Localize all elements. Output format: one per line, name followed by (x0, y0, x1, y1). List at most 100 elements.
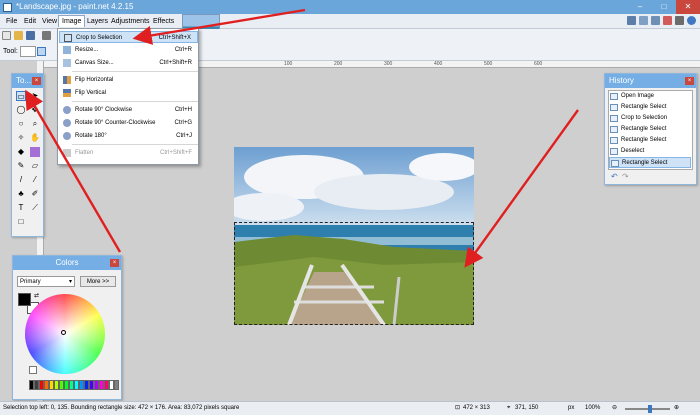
menu-item-flip-horizontal[interactable]: Flip Horizontal (59, 74, 198, 86)
history-item-selected[interactable]: Rectangle Select (609, 157, 691, 168)
selection-info: Selection top left: 0, 135. Bounding rec… (3, 405, 240, 411)
menu-item-resize[interactable]: Resize... Ctrl+R (59, 44, 198, 56)
menu-bar: File Edit View Image Layers Adjustments … (0, 14, 700, 29)
resize-icon (63, 46, 71, 54)
tools-panel-close-button[interactable]: × (32, 77, 41, 85)
history-item[interactable]: Deselect (609, 146, 691, 157)
color-picker-tool-icon[interactable]: ⁄ (30, 175, 40, 185)
rectangle-select-icon (611, 160, 619, 167)
flip-vertical-icon (63, 89, 71, 97)
recolor-tool-icon[interactable]: ✐ (30, 189, 40, 199)
menu-layers[interactable]: Layers (84, 16, 111, 28)
rectangle-select-icon (610, 104, 618, 111)
save-icon[interactable] (26, 31, 35, 40)
flatten-icon (63, 149, 71, 157)
palette-swatch[interactable] (114, 380, 119, 390)
layers-window-icon[interactable] (651, 16, 660, 25)
colors-panel-title: Colors (13, 256, 121, 270)
shapes-tool-icon[interactable]: □ (16, 217, 26, 227)
tool-label: Tool: (3, 48, 18, 55)
maximize-button[interactable]: □ (652, 0, 676, 14)
menu-file[interactable]: File (3, 16, 20, 28)
tools-window-icon[interactable] (627, 16, 636, 25)
paint-bucket-tool-icon[interactable]: ◆ (16, 147, 26, 157)
cursor-icon: ⌖ (507, 405, 511, 411)
menu-separator (72, 71, 198, 72)
history-item[interactable]: Rectangle Select (609, 135, 691, 146)
zoom-in-icon[interactable]: ⊕ (674, 402, 679, 415)
magic-wand-tool-icon[interactable]: ✧ (16, 133, 26, 143)
menu-item-rotate-ccw[interactable]: Rotate 90° Counter-Clockwise Ctrl+G (59, 117, 198, 129)
paintbrush-tool-icon[interactable]: ✎ (16, 161, 26, 171)
color-wheel-cursor (61, 330, 66, 335)
clone-stamp-tool-icon[interactable]: ♣ (16, 189, 26, 199)
print-icon[interactable] (42, 31, 51, 40)
text-tool-icon[interactable]: T (16, 203, 26, 213)
pan-tool-icon[interactable]: ✋ (30, 133, 40, 143)
units-select[interactable]: px (568, 402, 574, 415)
redo-icon[interactable]: ↷ (622, 172, 629, 181)
primary-color-swatch[interactable] (18, 293, 31, 306)
tool-selector[interactable] (20, 46, 36, 57)
image-size: 472 × 313 (463, 405, 490, 411)
close-window-button[interactable]: ✕ (676, 0, 700, 14)
canvas-size-icon (63, 59, 71, 67)
rotate-180-icon (63, 132, 71, 140)
window-title: *Landscape.jpg - paint.net 4.2.15 (16, 2, 134, 11)
tools-panel: To... × ▭ ➤ ◯ ✥ ○ ⌕ ✧ ✋ ◆ ✎ ▱ / ⁄ ♣ ✐ T … (11, 73, 44, 237)
lasso-select-tool-icon[interactable]: ◯ (16, 105, 26, 115)
ruler-tick: 600 (534, 61, 543, 67)
pencil-tool-icon[interactable]: / (16, 175, 26, 185)
history-window-icon[interactable] (639, 16, 648, 25)
history-item[interactable]: Rectangle Select (609, 102, 691, 113)
line-tool-icon[interactable]: ⟋ (30, 203, 40, 213)
title-bar: *Landscape.jpg - paint.net 4.2.15 – □ ✕ (0, 0, 700, 14)
more-colors-button[interactable]: More >> (80, 276, 116, 287)
move-selected-tool-icon[interactable]: ✥ (30, 105, 40, 115)
settings-icon[interactable] (675, 16, 684, 25)
menu-item-crop-to-selection[interactable]: Crop to Selection Ctrl+Shift+X (59, 31, 198, 43)
history-item[interactable]: Crop to Selection (609, 113, 691, 124)
menu-view[interactable]: View (39, 16, 60, 28)
rectangle-select-tool-icon[interactable]: ▭ (16, 91, 26, 101)
history-panel-close-button[interactable]: × (685, 77, 694, 85)
menu-item-rotate-180[interactable]: Rotate 180° Ctrl+J (59, 130, 198, 142)
colors-panel-close-button[interactable]: × (110, 259, 119, 267)
gradient-tool-icon[interactable] (30, 147, 40, 157)
new-image-icon[interactable] (2, 31, 11, 40)
ruler-tick: 300 (384, 61, 393, 67)
rectangle-select-icon (610, 137, 618, 144)
menu-effects[interactable]: Effects (150, 16, 177, 28)
eraser-tool-icon[interactable]: ▱ (30, 161, 40, 171)
minimize-button[interactable]: – (628, 0, 652, 14)
menu-image[interactable]: Image (58, 15, 86, 27)
zoom-slider-handle[interactable] (648, 405, 652, 413)
color-wheel[interactable] (25, 294, 105, 374)
color-mode-select[interactable]: Primary ▾ (17, 276, 75, 287)
move-selection-tool-icon[interactable]: ➤ (30, 91, 40, 101)
help-icon[interactable] (687, 16, 696, 25)
menu-item-canvas-size[interactable]: Canvas Size... Ctrl+Shift+R (59, 57, 198, 69)
history-item[interactable]: Rectangle Select (609, 124, 691, 135)
history-item[interactable]: Open Image (609, 91, 691, 102)
menu-separator (72, 101, 198, 102)
menu-adjustments[interactable]: Adjustments (108, 16, 153, 28)
swap-colors-icon[interactable]: ⇄ (34, 292, 39, 299)
palette-menu-icon[interactable] (29, 366, 37, 374)
selection-marquee (234, 222, 474, 325)
open-icon[interactable] (14, 31, 23, 40)
zoom-tool-icon[interactable]: ⌕ (30, 119, 40, 129)
zoom-level[interactable]: 100% (585, 402, 600, 415)
selection-mode-icon[interactable] (37, 47, 46, 56)
undo-icon[interactable]: ↶ (611, 172, 618, 181)
menu-edit[interactable]: Edit (21, 16, 39, 28)
ellipse-select-tool-icon[interactable]: ○ (16, 119, 26, 129)
menu-item-flip-vertical[interactable]: Flip Vertical (59, 87, 198, 99)
deselect-icon (610, 148, 618, 155)
colors-window-icon[interactable] (663, 16, 672, 25)
menu-item-rotate-cw[interactable]: Rotate 90° Clockwise Ctrl+H (59, 104, 198, 116)
cursor-position: 371, 150 (515, 405, 539, 411)
status-bar: Selection top left: 0, 135. Bounding rec… (0, 401, 700, 415)
zoom-out-icon[interactable]: ⊖ (612, 402, 617, 415)
color-palette (29, 380, 119, 390)
